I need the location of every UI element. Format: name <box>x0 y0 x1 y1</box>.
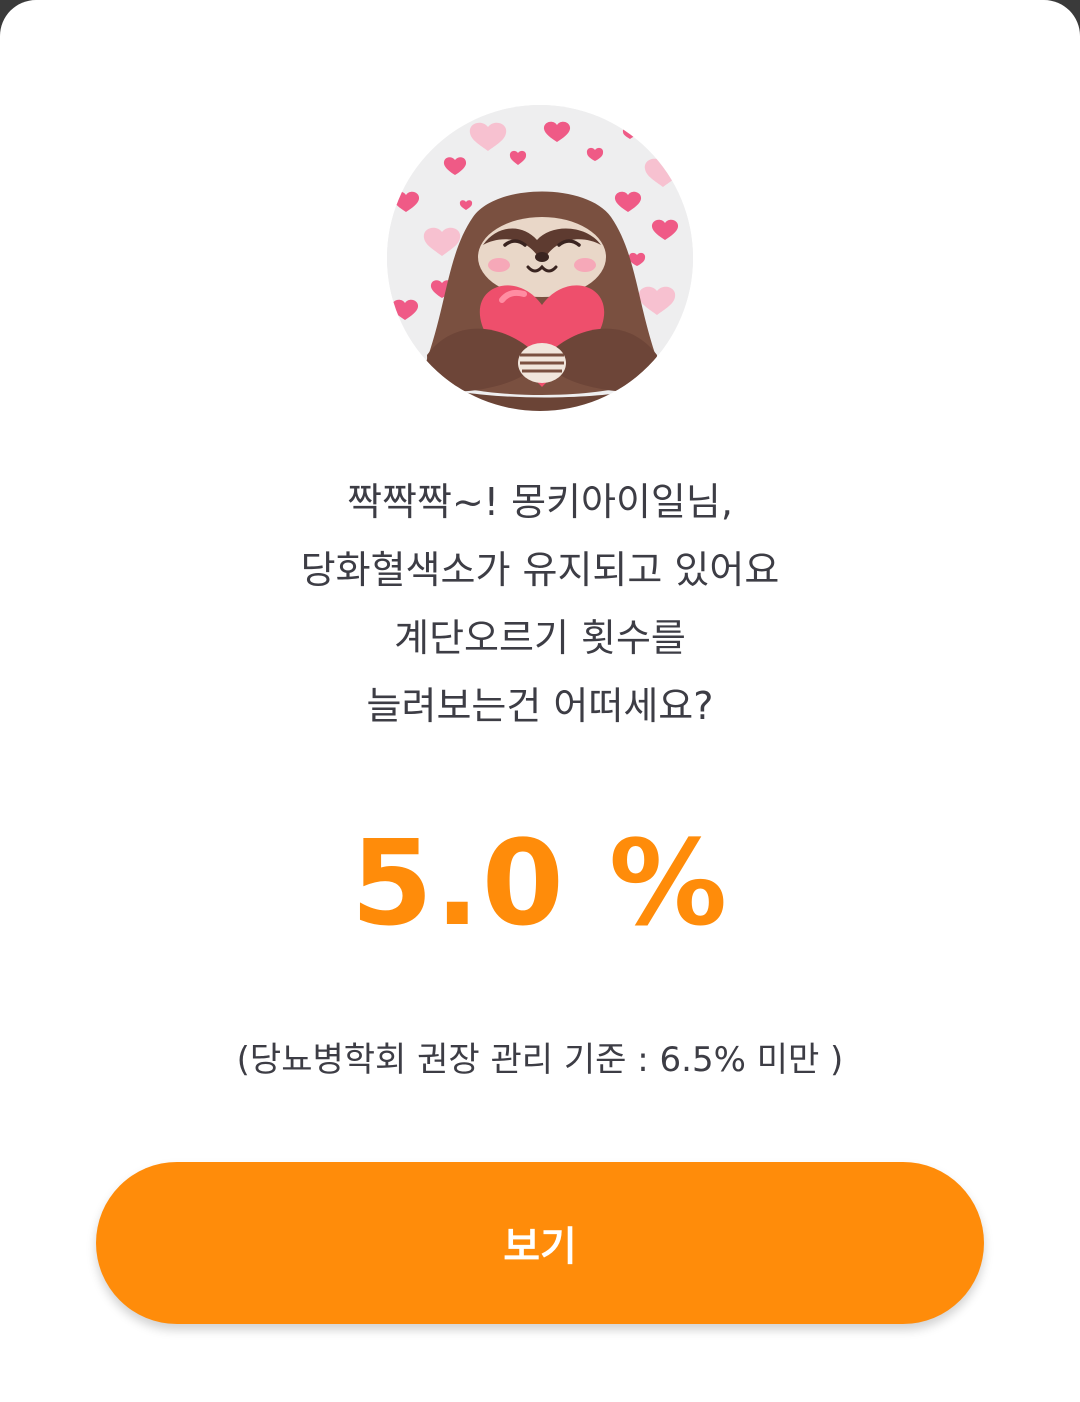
hba1c-value: 5.0 % <box>350 814 730 952</box>
sloth-illustration <box>387 105 693 411</box>
view-button[interactable]: 보기 <box>96 1162 984 1324</box>
message-line-1: 짝짝짝~! 몽키아이일님, <box>347 480 733 524</box>
message-line-2: 당화혈색소가 유지되고 있어요 <box>300 548 780 592</box>
recommended-criteria-note: (당뇨병학회 권장 관리 기준 : 6.5% 미만 ) <box>236 1040 844 1080</box>
message-line-4: 늘려보는건 어떠세요? <box>366 684 714 728</box>
encouragement-message: 짝짝짝~! 몽키아이일님, 당화혈색소가 유지되고 있어요 계단오르기 횟수를 … <box>40 468 1040 740</box>
sloth-heart-image <box>387 105 693 411</box>
message-line-3: 계단오르기 횟수를 <box>394 616 686 660</box>
result-sheet: 짝짝짝~! 몽키아이일님, 당화혈색소가 유지되고 있어요 계단오르기 횟수를 … <box>0 0 1080 1402</box>
